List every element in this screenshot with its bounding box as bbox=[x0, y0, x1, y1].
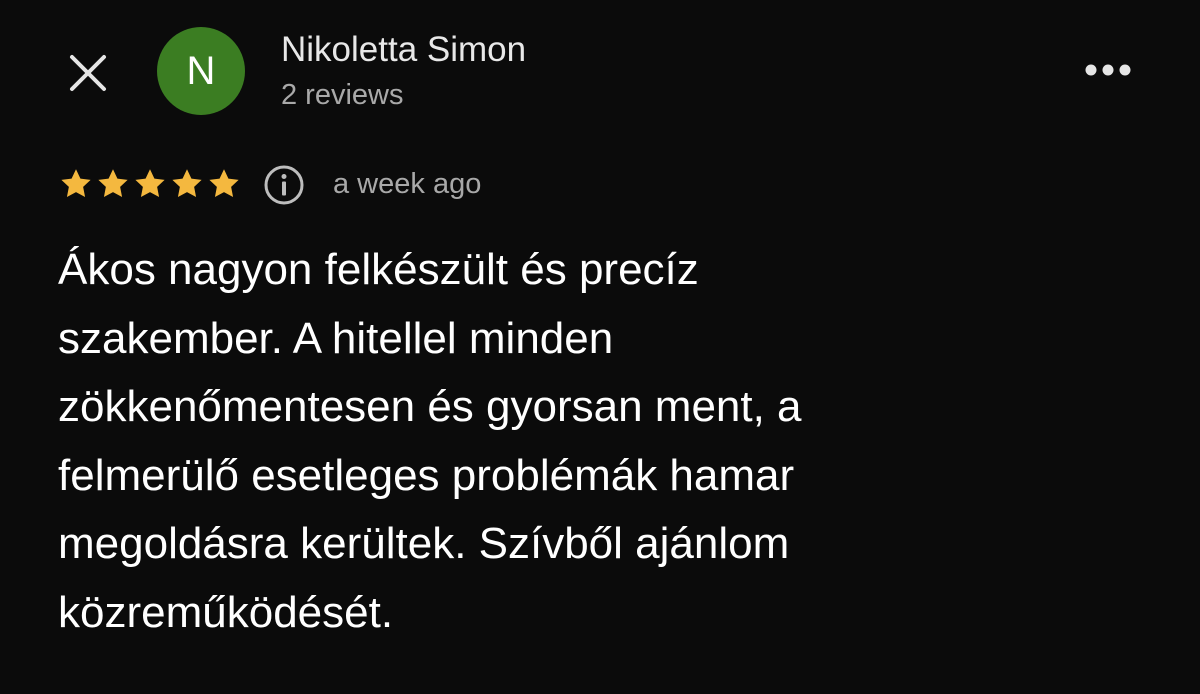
avatar[interactable]: N bbox=[157, 27, 245, 115]
avatar-initial: N bbox=[186, 48, 216, 93]
review-text-line: zökkenőmentesen és gyorsan ment, a bbox=[58, 382, 802, 431]
info-icon bbox=[264, 165, 304, 205]
review-text: Ákos nagyon felkészült és precíz szakembe… bbox=[58, 236, 1118, 647]
review-text-line: közreműködését. bbox=[58, 587, 394, 637]
user-name[interactable]: Nikoletta Simon bbox=[281, 28, 526, 72]
review-date: a week ago bbox=[333, 168, 482, 200]
close-icon bbox=[70, 55, 106, 91]
review-text-line: felmerülő esetleges problémák hamar bbox=[58, 450, 795, 500]
star-rating bbox=[58, 166, 242, 202]
star-icon bbox=[172, 169, 202, 198]
review-text-line: szakember. A hitellel minden bbox=[58, 313, 614, 363]
review-text-line: megoldásra kerültek. Szívből ajánlom bbox=[58, 519, 790, 568]
more-options-button[interactable] bbox=[1078, 50, 1138, 90]
review-count: 2 reviews bbox=[281, 79, 404, 111]
more-horizontal-icon bbox=[1085, 64, 1131, 76]
info-button[interactable] bbox=[263, 164, 305, 206]
close-button[interactable] bbox=[62, 47, 114, 99]
star-icon bbox=[61, 169, 91, 198]
star-icon bbox=[209, 169, 239, 198]
review-text-line: Ákos nagyon felkészült és precíz bbox=[58, 245, 699, 294]
star-icon bbox=[98, 169, 128, 198]
star-icon bbox=[135, 169, 165, 198]
